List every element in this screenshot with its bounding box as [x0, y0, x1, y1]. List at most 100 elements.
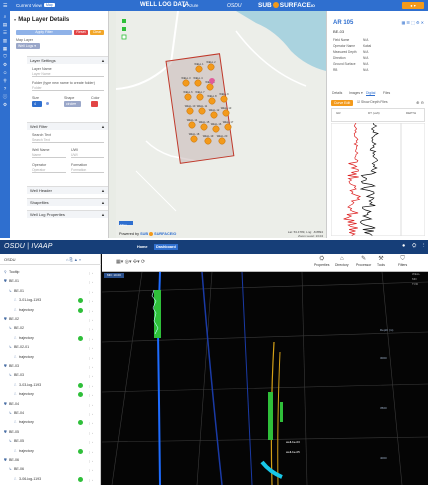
nav-home[interactable]: Home	[137, 245, 148, 249]
tree-node[interactable]: ⎍ trajectory	[14, 336, 34, 341]
well-marker-dot[interactable]	[222, 109, 230, 117]
row-menu-icon[interactable]: ⋮ ›	[88, 403, 93, 407]
well-filter-header[interactable]: Well Filter ▲	[27, 122, 108, 130]
well-marker-dot[interactable]	[208, 97, 216, 105]
clear-button[interactable]: Clear	[90, 30, 104, 35]
map-tool-layers[interactable]	[122, 19, 126, 23]
map-tool-draw[interactable]	[121, 34, 127, 40]
tree-node[interactable]: ⎍ trajectory	[14, 420, 34, 425]
row-menu-icon[interactable]: ⋮ ›	[88, 290, 93, 294]
search-text-input[interactable]: Search Text	[32, 138, 104, 143]
toolbar-properties[interactable]: ⛭ Properties	[314, 256, 329, 267]
header-action-button[interactable]: ● ▾	[402, 2, 424, 9]
well-marker-dot[interactable]	[206, 83, 214, 91]
tree-node[interactable]: ⛊ BE-04	[4, 402, 19, 407]
row-menu-icon[interactable]: ⋮ ›	[88, 346, 93, 350]
well-marker-dot[interactable]	[188, 121, 196, 129]
grid-icon[interactable]: ▦	[2, 46, 8, 51]
menu-icon[interactable]: ⋮	[421, 243, 427, 249]
layer-settings-header[interactable]: Layer Settings ▲	[27, 56, 108, 64]
tree-node[interactable]: ↳ BE-03	[9, 373, 24, 378]
tree-node[interactable]: ⎍ 3-03-log-1193	[14, 383, 41, 388]
tab-details[interactable]: Details	[332, 91, 342, 95]
row-menu-icon[interactable]: ⋮ ›	[88, 384, 93, 388]
row-menu-icon[interactable]: ⋮ ›	[88, 299, 93, 303]
tree-node[interactable]: ↳ BE-02	[9, 326, 24, 331]
zoom-controls[interactable]: ⊕ ⊖	[416, 100, 424, 105]
menu-icon[interactable]: ☰	[3, 3, 7, 9]
apply-filter-button[interactable]: Apply Filter	[16, 30, 72, 35]
uwi-input[interactable]: UWI	[71, 153, 104, 158]
view-tools[interactable]: ▦▾ ◎▾ ✣▾ ⟳	[116, 259, 145, 265]
map-layer-dropdown[interactable]: Well Logs ▾	[16, 43, 40, 49]
size-dropdown[interactable]: 4	[32, 101, 42, 107]
3d-viewport[interactable]: MD: 10.00 Depth (m) 3000 3500 4000 well-…	[102, 272, 428, 485]
well-marker-dot[interactable]	[212, 125, 220, 133]
user-icon[interactable]: ☺	[2, 70, 8, 75]
visibility-dot[interactable]	[78, 448, 83, 454]
tree-node[interactable]: ⚲ Tooltip	[4, 270, 19, 275]
tree-node[interactable]: ⎍ 3-06-log-1193	[14, 477, 41, 482]
well-marker-dot[interactable]	[218, 137, 226, 145]
toolbar-processor[interactable]: ✎ Processor	[356, 256, 371, 267]
toolbar-tools[interactable]: ⚒ Tools	[377, 256, 385, 267]
row-menu-icon[interactable]: ⋮ ›	[88, 365, 93, 369]
well-marker-dot[interactable]	[182, 79, 190, 87]
toolbar-directory[interactable]: ⌂ Directory	[335, 256, 349, 267]
visibility-dot[interactable]	[78, 298, 83, 304]
tree-node[interactable]: ⎍ trajectory	[14, 392, 34, 397]
tab-files[interactable]: Files	[383, 91, 390, 95]
formation-input[interactable]: Formation	[71, 168, 104, 173]
nav-dashboard[interactable]: Dashboard	[154, 243, 178, 250]
well-marker-dot[interactable]	[198, 107, 206, 115]
row-menu-icon[interactable]: ⋮ ›	[88, 431, 93, 435]
well-marker-dot[interactable]	[190, 135, 198, 143]
row-menu-icon[interactable]: ⋮ ›	[88, 271, 93, 275]
info-icon[interactable]: ●	[402, 243, 405, 249]
map-canvas[interactable]: WELL 1 WELL 2 WELL 3 WELL 4 WELL 5 WELL 6 WELL…	[116, 11, 326, 238]
well-marker-dot[interactable]	[200, 123, 208, 131]
well-marker-dot[interactable]	[196, 93, 204, 101]
well-marker-dot[interactable]	[224, 123, 232, 131]
tree-node[interactable]: ↳ BE-02-01	[9, 345, 29, 350]
row-menu-icon[interactable]: ⋮ ›	[88, 309, 93, 313]
well-marker-dot[interactable]	[186, 107, 194, 115]
toolbar-filters[interactable]: ⛉ Filters	[398, 256, 407, 267]
well-name-input[interactable]: Name	[32, 153, 66, 158]
list-icon[interactable]: ☰	[2, 30, 8, 35]
chart-icon[interactable]: ▥	[2, 38, 8, 43]
row-menu-icon[interactable]: ⋮ ›	[88, 318, 93, 322]
visibility-dot[interactable]	[78, 476, 83, 482]
reset-button[interactable]: Reset	[74, 30, 88, 35]
tree-toolbar[interactable]: ⌂ ⎘ ▲ «	[66, 257, 81, 262]
well-marker-dot[interactable]	[210, 111, 218, 119]
well-marker-dot[interactable]	[220, 95, 228, 103]
well-tag-be-05[interactable]: well-be-05	[286, 450, 300, 454]
filter-icon[interactable]: ⛉	[2, 54, 8, 59]
well-tag-be-03[interactable]: well-be-03	[286, 440, 300, 444]
tab-images[interactable]: Images ▾	[349, 91, 363, 95]
visibility-dot[interactable]	[78, 307, 83, 313]
tree-node[interactable]: ⎍ trajectory	[14, 449, 34, 454]
layers-icon[interactable]: ▤	[2, 22, 8, 27]
tree-node[interactable]: ↳ BE-05	[9, 439, 24, 444]
row-menu-icon[interactable]: ⋮ ›	[88, 337, 93, 341]
tab-digital[interactable]: Digital	[366, 91, 376, 96]
curve-edit-button[interactable]: Curve Edit	[331, 100, 353, 106]
tree-node[interactable]: ⎍ trajectory	[14, 355, 34, 360]
shape-dropdown[interactable]: circle▾	[64, 101, 81, 107]
map-tool-zoom[interactable]	[122, 27, 126, 31]
well-header-section[interactable]: Well Header ▲	[27, 186, 108, 194]
well-panel-actions[interactable]: ▦ ☰ ⬚ ⚙ ✕	[401, 20, 424, 25]
operator-input[interactable]: Operator	[32, 168, 66, 173]
well-be-05[interactable]	[260, 341, 283, 485]
row-menu-icon[interactable]: ⋮ ›	[88, 393, 93, 397]
layer-name-input[interactable]: Layer Name	[32, 72, 104, 77]
well-marker-dot[interactable]	[207, 63, 215, 71]
log-plot[interactable]	[331, 123, 425, 236]
current-view[interactable]: Current View Map	[16, 3, 55, 8]
search-icon[interactable]: ⌕	[2, 14, 8, 19]
folder-input[interactable]: Folder	[32, 86, 104, 91]
visibility-dot[interactable]	[78, 420, 83, 426]
visibility-dot[interactable]	[78, 392, 83, 398]
